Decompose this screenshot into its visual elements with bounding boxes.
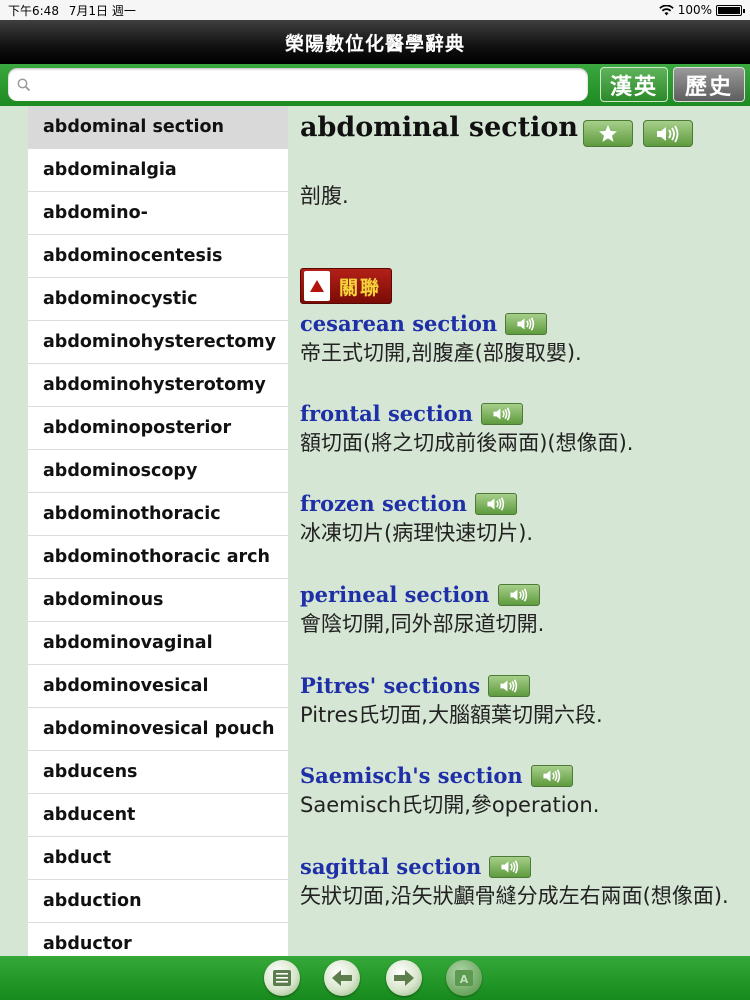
- favorite-button[interactable]: [583, 120, 633, 147]
- word-list-item[interactable]: abdominohysterectomy: [28, 321, 288, 364]
- arrow-left-icon: [332, 970, 352, 986]
- list-button[interactable]: [264, 960, 300, 996]
- word-list-item[interactable]: abduction: [28, 880, 288, 923]
- related-entry: perineal section 會陰切開,同外部尿道切開.: [300, 582, 740, 640]
- status-left: 下午6:48 7月1日 週一: [8, 2, 142, 19]
- related-term-link[interactable]: Pitres' sections: [300, 673, 480, 698]
- word-list-item[interactable]: abducens: [28, 751, 288, 794]
- related-entry: frontal section 額切面(將之切成前後兩面)(想像面).: [300, 401, 740, 459]
- related-pronounce-button[interactable]: [497, 583, 540, 606]
- related-definition: Pitres氏切面,大腦額葉切開六段.: [300, 703, 603, 727]
- word-list-item[interactable]: abdominous: [28, 579, 288, 622]
- bottom-toolbar: A: [0, 956, 750, 1000]
- related-icon-box: [304, 271, 330, 301]
- battery-percent: 100%: [677, 3, 712, 17]
- word-list-item[interactable]: abdominoscopy: [28, 450, 288, 493]
- word-list-item[interactable]: abdominothoracic arch: [28, 536, 288, 579]
- related-pronounce-button[interactable]: [488, 674, 531, 697]
- back-button[interactable]: [324, 960, 360, 996]
- related-toggle-button[interactable]: 關聯: [300, 268, 392, 304]
- app-title-bar: 榮陽數位化醫學辭典: [0, 20, 750, 64]
- speaker-icon: [501, 859, 519, 874]
- word-list-item[interactable]: abdominovaginal: [28, 622, 288, 665]
- search-box[interactable]: [8, 68, 588, 101]
- related-entry: sagittal section 矢狀切面,沿矢狀顱骨縫分成左右兩面(想像面).: [300, 854, 740, 912]
- speaker-icon: [509, 587, 527, 602]
- definition-panel: abdominal section 剖腹. 關聯 cesarean sectio…: [300, 106, 740, 956]
- history-label: 歷史: [684, 74, 733, 100]
- battery-icon: [716, 4, 745, 16]
- word-list[interactable]: abdominal section abdominalgia abdomino-ab…: [28, 106, 288, 956]
- word-list-item[interactable]: abdominovesical pouch: [28, 708, 288, 751]
- word-list-item[interactable]: abdominalgia: [28, 149, 288, 192]
- speaker-icon: [543, 768, 560, 783]
- svg-text:A: A: [460, 973, 469, 986]
- word-list-item[interactable]: abdominal section: [28, 106, 288, 149]
- forward-button[interactable]: [386, 960, 422, 996]
- word-list-item[interactable]: abdominocystic: [28, 278, 288, 321]
- related-term-link[interactable]: Saemisch's section: [300, 763, 523, 788]
- triangle-up-icon: [310, 280, 324, 292]
- related-pronounce-button[interactable]: [505, 312, 548, 335]
- word-list-item[interactable]: abdominovesical: [28, 665, 288, 708]
- related-definition: 會陰切開,同外部尿道切開.: [300, 612, 545, 636]
- related-term-link[interactable]: sagittal section: [300, 854, 481, 879]
- status-right: 100%: [658, 3, 745, 17]
- word-list-item[interactable]: abdominoposterior: [28, 407, 288, 450]
- related-term-link[interactable]: frozen section: [300, 491, 467, 516]
- related-definition: 矢狀切面,沿矢狀顱骨縫分成左右兩面(想像面).: [300, 884, 729, 908]
- speaker-icon: [487, 496, 505, 511]
- word-list-item[interactable]: abductor: [28, 923, 288, 956]
- related-definition: Saemisch氏切開,參operation.: [300, 793, 600, 817]
- status-date: 7月1日 週一: [68, 3, 136, 18]
- related-definition: 冰凍切片(病理快速切片).: [300, 521, 534, 545]
- related-definition: 額切面(將之切成前後兩面)(想像面).: [300, 431, 634, 455]
- headword: abdominal section: [300, 112, 579, 143]
- font-size-icon: A: [455, 970, 473, 986]
- search-icon: [17, 78, 31, 92]
- status-bar: 下午6:48 7月1日 週一 100%: [0, 0, 750, 20]
- related-definition: 帝王式切開,剖腹產(部腹取嬰).: [300, 341, 582, 365]
- status-time: 下午6:48: [8, 3, 59, 18]
- word-list-item[interactable]: abdominothoracic: [28, 493, 288, 536]
- related-pronounce-button[interactable]: [474, 492, 517, 515]
- word-list-item[interactable]: abduct: [28, 837, 288, 880]
- word-list-item[interactable]: abdominohysterotomy: [28, 364, 288, 407]
- related-pronounce-button[interactable]: [489, 855, 532, 878]
- word-list-item[interactable]: abdominocentesis: [28, 235, 288, 278]
- speaker-icon: [517, 316, 535, 331]
- related-entry: frozen section 冰凍切片(病理快速切片).: [300, 491, 740, 549]
- pronounce-button[interactable]: [643, 120, 693, 147]
- search-input[interactable]: [36, 73, 576, 97]
- chinese-english-button[interactable]: 漢英: [600, 67, 668, 102]
- speaker-icon: [500, 678, 518, 693]
- related-term-link[interactable]: perineal section: [300, 582, 490, 607]
- related-term-link[interactable]: cesarean section: [300, 311, 497, 336]
- wifi-icon: [658, 4, 674, 15]
- star-icon: [599, 125, 617, 142]
- word-list-item[interactable]: abducent: [28, 794, 288, 837]
- history-button[interactable]: 歷史: [673, 67, 745, 102]
- speaker-icon: [657, 125, 679, 142]
- related-pronounce-button[interactable]: [530, 764, 573, 787]
- list-icon: [273, 970, 291, 986]
- chinese-english-label: 漢英: [609, 74, 658, 100]
- arrow-right-icon: [394, 970, 414, 986]
- related-entry: Pitres' sections Pitres氏切面,大腦額葉切開六段.: [300, 673, 740, 731]
- related-entry: cesarean section 帝王式切開,剖腹產(部腹取嬰).: [300, 311, 740, 369]
- search-toolbar: 漢英 歷史: [0, 64, 750, 106]
- definition-text: 剖腹.: [300, 184, 349, 208]
- related-pronounce-button[interactable]: [480, 402, 523, 425]
- word-list-item[interactable]: abdomino-: [28, 192, 288, 235]
- related-term-link[interactable]: frontal section: [300, 401, 473, 426]
- font-size-button[interactable]: A: [446, 960, 482, 996]
- related-entry: Saemisch's section Saemisch氏切開,參operation…: [300, 763, 740, 821]
- app-title: 榮陽數位化醫學辭典: [284, 32, 465, 55]
- related-label: 關聯: [339, 276, 382, 299]
- speaker-icon: [493, 406, 511, 421]
